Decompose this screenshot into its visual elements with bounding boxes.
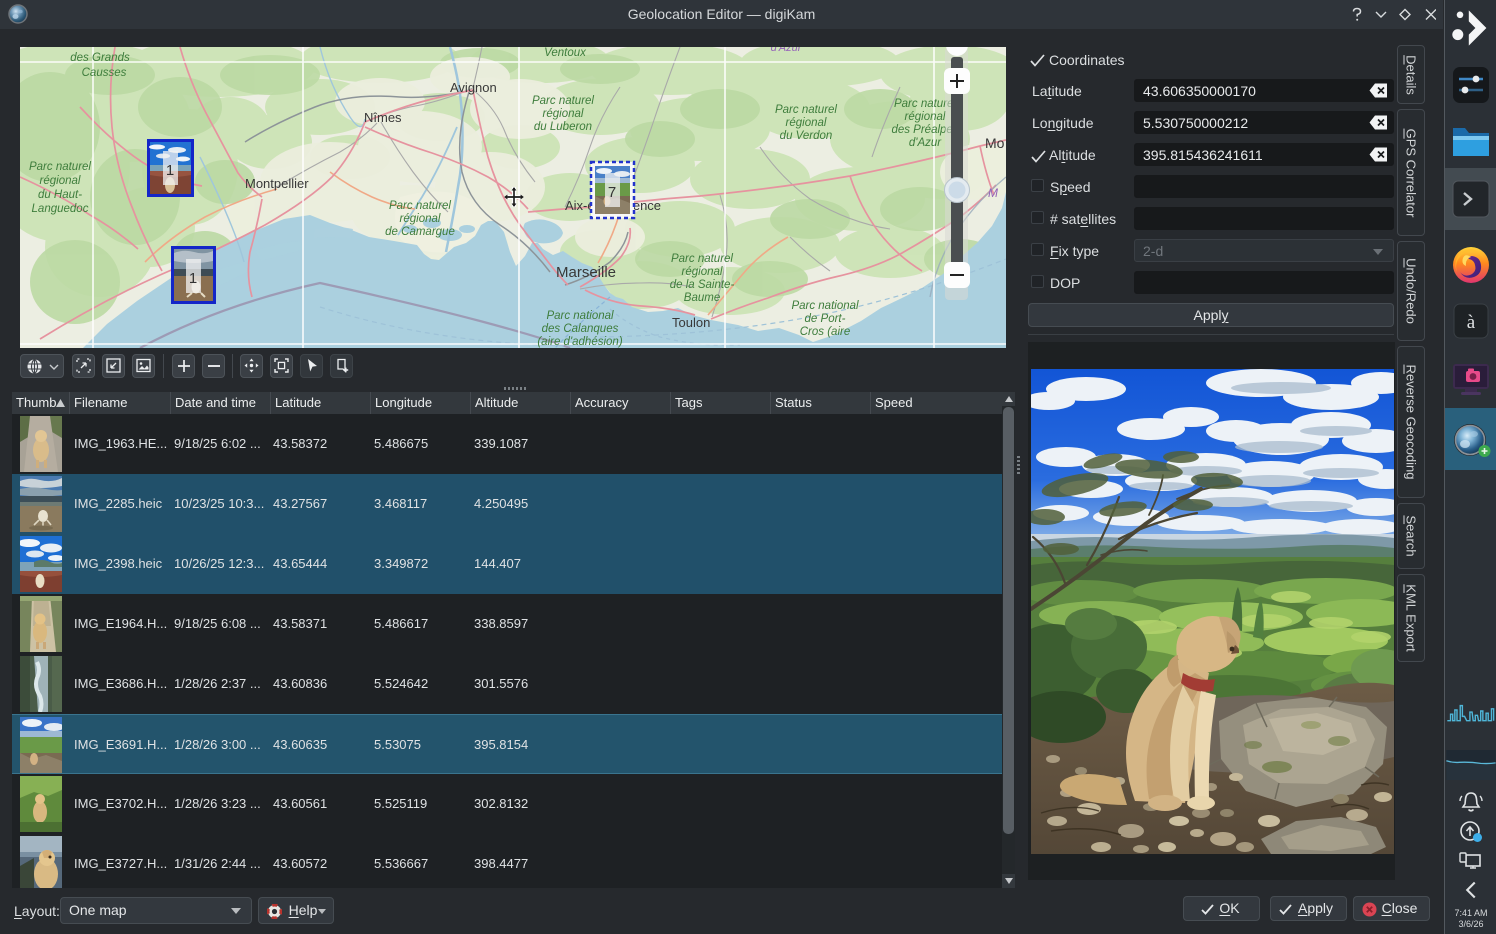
svg-text:Parc national: Parc national [791, 300, 859, 312]
svg-text:Parc national: Parc national [546, 310, 614, 322]
svg-text:Mo: Mo [985, 135, 1005, 151]
svg-text:régional: régional [786, 117, 827, 129]
svg-text:Baume: Baume [684, 292, 720, 304]
svg-text:Montpellier: Montpellier [245, 176, 309, 191]
svg-text:Parc naturel: Parc naturel [775, 104, 837, 116]
svg-text:régional: régional [682, 266, 723, 278]
svg-text:du Verdon: du Verdon [780, 130, 833, 142]
svg-text:régional: régional [400, 213, 441, 225]
svg-text:1: 1 [166, 162, 174, 179]
svg-text:Avignon: Avignon [450, 80, 497, 95]
svg-text:régional: régional [905, 111, 946, 123]
svg-text:Causses: Causses [82, 67, 127, 79]
svg-text:Cros (aire: Cros (aire [800, 326, 850, 338]
svg-text:Parc naturel: Parc naturel [29, 161, 91, 173]
svg-text:des Calanques: des Calanques [542, 323, 619, 335]
svg-text:Marseille: Marseille [556, 264, 616, 281]
svg-text:de Camargue: de Camargue [385, 226, 455, 238]
svg-text:1: 1 [189, 270, 197, 287]
svg-text:7: 7 [608, 184, 616, 201]
svg-text:Parc naturel: Parc naturel [389, 200, 451, 212]
svg-text:d'Azur: d'Azur [771, 47, 803, 54]
svg-text:Toulon: Toulon [672, 315, 710, 330]
svg-text:du Luberon: du Luberon [534, 121, 592, 133]
svg-text:à: à [1467, 312, 1476, 333]
svg-text:(aire d'adhésion): (aire d'adhésion) [537, 336, 622, 348]
svg-text:de Port-: de Port- [805, 313, 846, 325]
svg-text:Nîmes: Nîmes [364, 110, 402, 125]
svg-text:régional: régional [40, 175, 81, 187]
svg-text:du Haut-: du Haut- [38, 189, 82, 201]
svg-text:de la Sainte-: de la Sainte- [670, 279, 735, 291]
svg-text:M: M [988, 186, 998, 200]
svg-text:d'Azur: d'Azur [909, 137, 942, 149]
svg-text:Ventoux: Ventoux [544, 47, 587, 59]
svg-text:des Grands: des Grands [70, 52, 130, 64]
svg-text:Parc naturel: Parc naturel [671, 253, 733, 265]
svg-text:Languedoc: Languedoc [32, 203, 89, 215]
svg-text:Parc naturel: Parc naturel [532, 95, 594, 107]
svg-text:régional: régional [543, 108, 584, 120]
